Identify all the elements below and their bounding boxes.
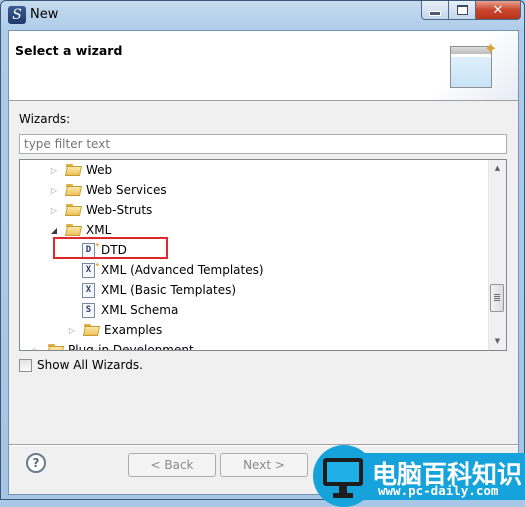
tree-item-web[interactable]: ▷ Web: [48, 160, 112, 180]
folder-icon: [66, 184, 82, 196]
grip-icon: [494, 294, 500, 302]
minimize-icon: [429, 10, 441, 16]
banner-area: ✦: [428, 31, 518, 100]
show-all-wizards-checkbox[interactable]: [19, 358, 32, 372]
eclipse-app-icon: S: [8, 6, 26, 24]
wizards-label: Wizards:: [19, 112, 71, 126]
watermark-url: www.pc-daily.com: [378, 483, 499, 498]
xml-file-icon: X ✦: [82, 260, 100, 278]
page-title: Select a wizard: [15, 43, 123, 58]
tree-scrollbar[interactable]: ▲ ▼: [488, 160, 506, 350]
tree-item-xml-basic-templates[interactable]: X XML (Basic Templates): [78, 280, 236, 300]
expand-arrow-icon[interactable]: ▷: [30, 346, 42, 351]
scroll-up-arrow-icon[interactable]: ▲: [489, 160, 506, 177]
window-title: New: [30, 7, 59, 22]
show-all-wizards-label: Show All Wizards.: [37, 358, 143, 372]
expand-arrow-icon[interactable]: ▷: [48, 206, 60, 215]
maximize-button[interactable]: [449, 1, 476, 20]
folder-icon: [66, 164, 82, 176]
sparkle-icon: ✦: [484, 39, 498, 58]
help-button[interactable]: ?: [26, 453, 46, 473]
monitor-icon: [323, 458, 363, 486]
collapse-arrow-icon[interactable]: ◢: [48, 226, 60, 235]
monitor-base: [333, 493, 353, 498]
folder-icon: [84, 324, 100, 336]
window-controls: ✕: [421, 1, 521, 21]
annotation-highlight-box: [53, 237, 168, 259]
expand-arrow-icon[interactable]: ▷: [48, 186, 60, 195]
filter-input[interactable]: [19, 134, 507, 154]
new-wizard-window: S New ✕ Select a wizard ✦ Wizards: ▷ Web…: [0, 0, 525, 500]
wizard-header: Select a wizard ✦: [9, 31, 518, 101]
close-icon: ✕: [492, 2, 504, 18]
help-icon: ?: [32, 456, 40, 470]
tree-item-examples[interactable]: ▷ Examples: [66, 320, 162, 340]
tree-item-web-struts[interactable]: ▷ Web-Struts: [48, 200, 152, 220]
expand-arrow-icon[interactable]: ▷: [48, 166, 60, 175]
show-all-wizards-option[interactable]: Show All Wizards.: [19, 358, 143, 372]
folder-open-icon: [66, 224, 82, 236]
tree-item-xml-schema[interactable]: S XML Schema: [78, 300, 178, 320]
minimize-button[interactable]: [421, 1, 449, 20]
watermark: 电脑百科知识 www.pc-daily.com: [310, 443, 525, 507]
folder-icon: [66, 204, 82, 216]
scroll-down-arrow-icon[interactable]: ▼: [489, 333, 506, 350]
xsd-file-icon: S: [82, 302, 95, 318]
tree-item-web-services[interactable]: ▷ Web Services: [48, 180, 167, 200]
dialog-body: Select a wizard ✦ Wizards: ▷ Web ▷ Web S…: [8, 30, 519, 495]
tree-item-plug-in-development[interactable]: ▷ Plug-in Development: [30, 340, 194, 351]
title-bar[interactable]: S New ✕: [1, 1, 524, 29]
xml-file-icon: X: [82, 282, 95, 298]
next-button[interactable]: Next >: [220, 453, 308, 477]
tree-item-xml-advanced-templates[interactable]: X ✦ XML (Advanced Templates): [78, 260, 264, 280]
close-button[interactable]: ✕: [476, 1, 521, 20]
expand-arrow-icon[interactable]: ▷: [66, 326, 78, 335]
maximize-icon: [456, 5, 468, 15]
folder-icon: [48, 344, 64, 350]
back-button[interactable]: < Back: [128, 453, 216, 477]
scrollbar-thumb[interactable]: [490, 284, 504, 312]
